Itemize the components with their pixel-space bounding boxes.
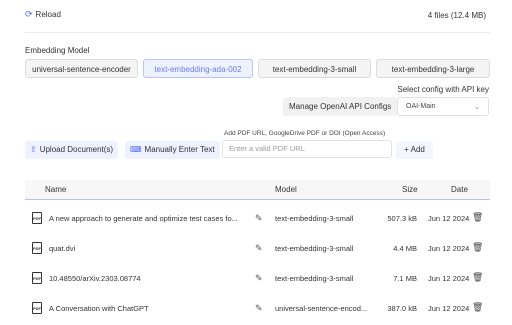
file-date: Jun 12 2024 xyxy=(428,274,470,283)
divider xyxy=(25,32,490,33)
table-row[interactable]: PDF A Conversation with ChatGPT ✎ univer… xyxy=(25,295,490,325)
trash-icon[interactable]: 🗑 xyxy=(472,242,483,253)
pdf-url-input[interactable]: Enter a valid PDF URL xyxy=(222,140,392,158)
file-date: Jun 12 2024 xyxy=(428,304,470,313)
file-name: A Conversation with ChatGPT xyxy=(49,304,149,313)
file-model: text-embedding-3-small xyxy=(275,214,354,223)
upload-documents-button[interactable]: ⇪ Upload Document(s) xyxy=(25,141,119,159)
chevron-down-icon: ⌄ xyxy=(474,103,480,111)
pdf-url-label: Add PDF URL, GoogleDrive PDF or DOI (Ope… xyxy=(224,130,386,137)
pencil-icon[interactable]: ✎ xyxy=(255,213,263,224)
pdf-file-icon: PDF xyxy=(32,242,42,254)
model-option-universal-sentence-encoder[interactable]: universal-sentence-encoder xyxy=(25,59,138,78)
table-header: Name Model Size Date xyxy=(25,180,490,200)
manual-text-button[interactable]: ⌨ Manually Enter Text xyxy=(125,141,220,159)
trash-icon[interactable]: 🗑 xyxy=(472,212,483,223)
config-label: Select config with API key xyxy=(397,85,489,94)
file-size: 4.4 MB xyxy=(393,244,417,253)
file-size: 507.3 kB xyxy=(387,214,417,223)
column-size-header[interactable]: Size xyxy=(402,185,418,194)
table-row[interactable]: PDF 10.48550/arXiv.2303.08774 ✎ text-emb… xyxy=(25,265,490,295)
upload-icon: ⇪ xyxy=(30,145,37,154)
api-config-select[interactable]: OAI-Main ⌄ xyxy=(397,97,489,116)
file-size: 7.1 MB xyxy=(393,274,417,283)
file-model: text-embedding-3-small xyxy=(275,244,354,253)
model-option-text-embedding-3-small[interactable]: text-embedding-3-small xyxy=(258,59,371,78)
column-date-header[interactable]: Date xyxy=(451,185,468,194)
model-option-text-embedding-3-large[interactable]: text-embedding-3-large xyxy=(376,59,490,78)
file-model: universal-sentence-encod... xyxy=(275,304,368,313)
file-model: text-embedding-3-small xyxy=(275,274,354,283)
embedding-model-selector: universal-sentence-encoder text-embeddin… xyxy=(25,59,490,78)
add-button[interactable]: + Add xyxy=(396,141,433,159)
table-row[interactable]: PDF A new approach to generate and optim… xyxy=(25,205,490,235)
pencil-icon[interactable]: ✎ xyxy=(255,303,263,314)
column-name-header[interactable]: Name xyxy=(45,185,66,194)
pencil-icon[interactable]: ✎ xyxy=(255,243,263,254)
file-name: quat.dvi xyxy=(49,244,76,253)
reload-icon: ⟳ xyxy=(25,9,33,19)
file-size: 387.0 kB xyxy=(387,304,417,313)
pencil-icon[interactable]: ✎ xyxy=(255,273,263,284)
reload-button[interactable]: ⟳ Reload xyxy=(25,9,61,20)
trash-icon[interactable]: 🗑 xyxy=(472,272,483,283)
pdf-file-icon: PDF xyxy=(32,212,42,224)
upload-label: Upload Document(s) xyxy=(39,145,114,154)
api-config-value: OAI-Main xyxy=(406,103,436,110)
pdf-file-icon: PDF xyxy=(32,302,42,314)
file-name: 10.48550/arXiv.2303.08774 xyxy=(49,274,141,283)
manual-label: Manually Enter Text xyxy=(144,145,215,154)
file-count: 4 files (12.4 MB) xyxy=(427,11,486,20)
keyboard-icon: ⌨ xyxy=(130,145,142,154)
model-option-text-embedding-ada-002[interactable]: text-embedding-ada-002 xyxy=(143,59,253,78)
file-date: Jun 12 2024 xyxy=(428,214,470,223)
embedding-model-label: Embedding Model xyxy=(25,46,90,55)
trash-icon[interactable]: 🗑 xyxy=(472,302,483,313)
table-row[interactable]: PDF quat.dvi ✎ text-embedding-3-small 4.… xyxy=(25,235,490,265)
manage-api-configs-button[interactable]: Manage OpenAI API Configs xyxy=(283,97,398,116)
reload-label: Reload xyxy=(35,10,61,19)
file-date: Jun 12 2024 xyxy=(428,244,470,253)
column-model-header[interactable]: Model xyxy=(275,185,297,194)
file-name: A new approach to generate and optimize … xyxy=(49,214,238,223)
pdf-file-icon: PDF xyxy=(32,272,42,284)
